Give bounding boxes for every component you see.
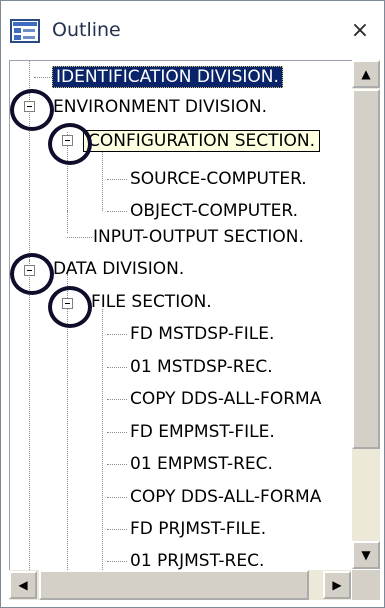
horizontal-scrollbar[interactable]: ◀ ▶ [9,570,351,600]
collapse-toggle-environment-division[interactable] [24,101,35,112]
tree-item-fd-prjmst-file[interactable]: FD PRJMST-FILE. [127,513,269,545]
collapse-toggle-file-section[interactable] [62,298,73,309]
tree-connector [107,334,127,335]
tree-connector [107,497,127,498]
collapse-toggle-data-division[interactable] [24,265,35,276]
tree-item-01-empmst-rec[interactable]: 01 EMPMST-REC. [127,448,276,480]
scroll-right-button[interactable]: ▶ [323,571,351,599]
tree-item-file-section[interactable]: FILE SECTION. [88,286,215,318]
tree-connector [107,529,127,530]
scroll-down-button[interactable]: ▼ [352,541,380,569]
tree-connector [34,77,54,78]
scroll-left-button[interactable]: ◀ [9,571,37,599]
vertical-scrollbar[interactable]: ▲ ▼ [352,60,380,569]
tree-connector [107,561,127,562]
tree-item-01-mstdsp-rec[interactable]: 01 MSTDSP-REC. [127,351,276,383]
tree-item-identification-division[interactable]: IDENTIFICATION DIVISION. [52,61,283,93]
scroll-up-button[interactable]: ▲ [352,60,380,88]
tree-connector [67,237,92,238]
scrollbar-corner [352,570,380,600]
tree-item-input-output-section[interactable]: INPUT-OUTPUT SECTION. [90,221,307,253]
tree-connector [29,260,30,570]
tree-connector [107,179,127,180]
tree-item-source-computer[interactable]: SOURCE-COMPUTER. [127,163,310,195]
tree-item-copy-dds-all-formats[interactable]: COPY DDS-ALL-FORMA [127,481,324,513]
tree-item-01-prjmst-rec[interactable]: 01 PRJMST-REC. [127,545,267,570]
tree-connector [107,464,127,465]
tree-item-fd-empmst-file[interactable]: FD EMPMST-FILE. [127,416,278,448]
outline-tree[interactable]: IDENTIFICATION DIVISION. ENVIRONMENT DIV… [9,60,352,570]
tree-item-fd-mstdsp-file[interactable]: FD MSTDSP-FILE. [127,318,277,350]
tree-connector [107,211,127,212]
close-button[interactable]: × [347,18,373,44]
tree-connector [29,61,30,260]
tree-item-data-division[interactable]: DATA DIVISION. [50,253,187,285]
panel-title: Outline [52,19,121,41]
tree-item-environment-division[interactable]: ENVIRONMENT DIVISION. [50,91,270,123]
tree-item-copy-dds-all-formats[interactable]: COPY DDS-ALL-FORMA [127,383,324,415]
tree-connector [67,211,68,233]
tree-connector [107,399,127,400]
outline-panel: Outline × IDENTIFICATION DIVISION. ENVIR… [0,0,385,608]
tree-connector [107,367,127,368]
panel-title-bar: Outline × [2,2,383,59]
horizontal-scroll-thumb[interactable] [39,570,309,600]
outline-view-icon [10,19,40,43]
tree-item-configuration-section[interactable]: CONFIGURATION SECTION. [83,125,321,157]
tree-connector [67,274,68,570]
tree-connector [102,309,103,570]
collapse-toggle-configuration-section[interactable] [62,135,73,146]
tree-connector [107,432,127,433]
vertical-scroll-thumb[interactable] [352,89,380,449]
